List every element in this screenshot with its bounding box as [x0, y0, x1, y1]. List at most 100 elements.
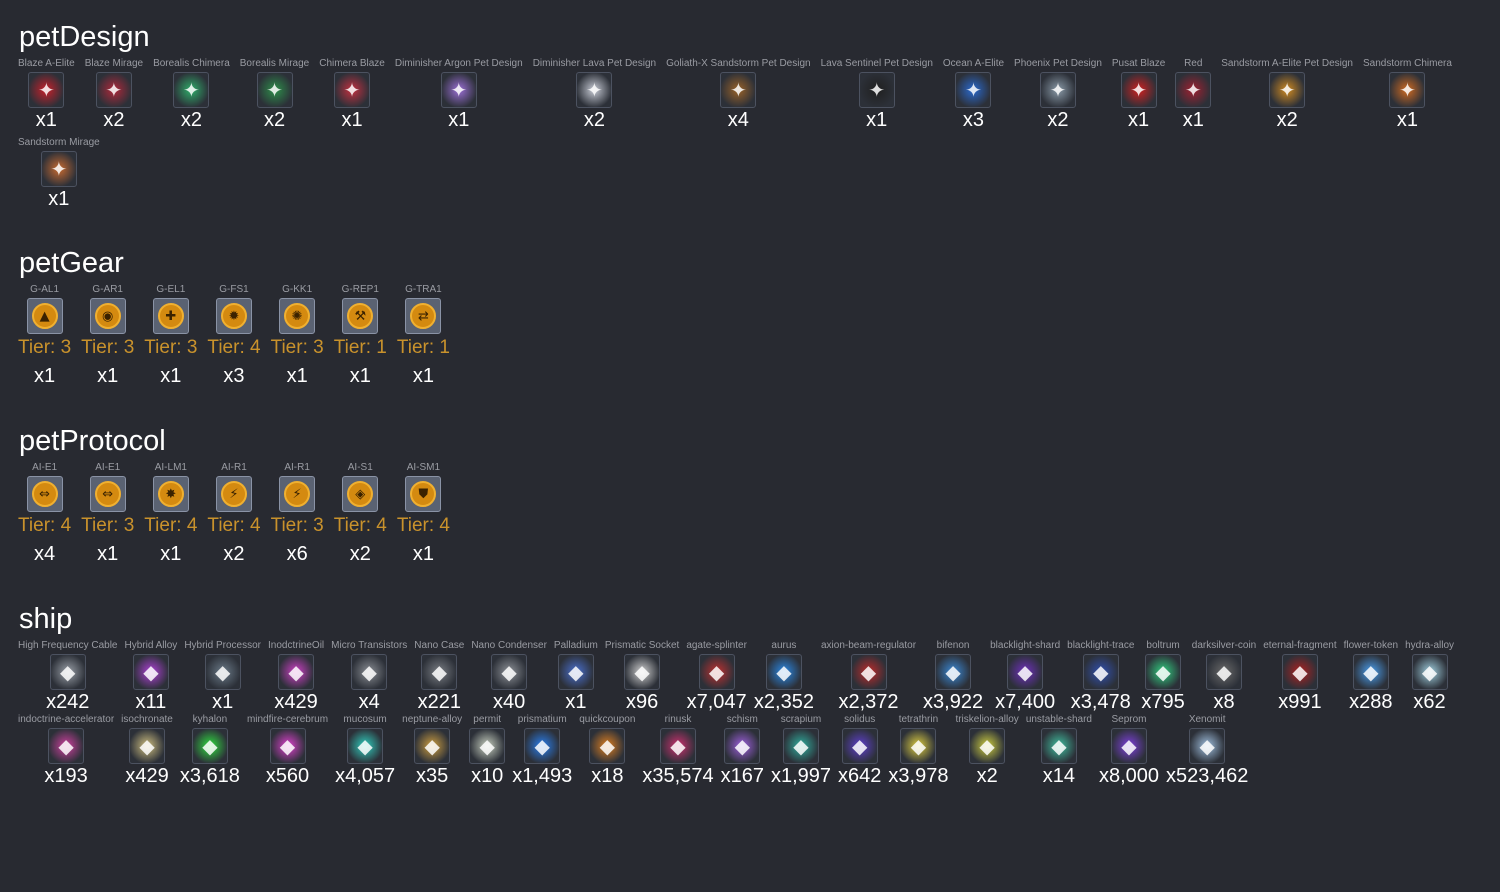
inventory-item[interactable]: G-AR1 ◉ Tier: 3 x1	[81, 284, 134, 388]
item-label: blacklight-shard	[990, 640, 1061, 651]
item-count: x560	[265, 765, 310, 787]
item-shape-icon: ✦	[868, 78, 886, 102]
inventory-item[interactable]: AI-SM1 ⛊ Tier: 4 x1	[397, 462, 450, 566]
inventory-item[interactable]: AI-E1 ⇔ Tier: 3 x1	[81, 462, 134, 566]
item-shape-icon: ◆	[1051, 734, 1067, 758]
inventory-item[interactable]: triskelion-alloy ◆ x2	[955, 714, 1018, 788]
inventory-item[interactable]: kyhalon ◆ x3,618	[180, 714, 240, 788]
item-label: Hybrid Processor	[184, 640, 262, 651]
inventory-item[interactable]: hydra-alloy ◆ x62	[1405, 640, 1454, 714]
inventory-item[interactable]: G-REP1 ⚒ Tier: 1 x1	[334, 284, 387, 388]
inventory-item[interactable]: mucosum ◆ x4,057	[335, 714, 395, 788]
item-shape-icon: ◆	[143, 660, 159, 684]
inventory-item[interactable]: Chimera Blaze ✦ x1	[319, 58, 385, 132]
inventory-item[interactable]: Micro Transistors ◆ x4	[331, 640, 407, 714]
item-label: solidus	[844, 714, 876, 725]
item-shape-icon: ◆	[793, 734, 809, 758]
inventory-item[interactable]: prismatium ◆ x1,493	[512, 714, 572, 788]
item-label: Borealis Chimera	[153, 58, 230, 69]
inventory-item[interactable]: Borealis Chimera ✦ x2	[153, 58, 230, 132]
inventory-item[interactable]: Sandstorm Mirage ✦ x1	[18, 137, 100, 211]
inventory-item[interactable]: isochronate ◆ x429	[121, 714, 173, 788]
inventory-item[interactable]: Hybrid Alloy ◆ x11	[125, 640, 178, 714]
inventory-item[interactable]: Diminisher Lava Pet Design ✦ x2	[533, 58, 656, 132]
item-shape-icon: ◆	[58, 734, 74, 758]
inventory-item[interactable]: InodctrineOil ◆ x429	[268, 640, 324, 714]
inventory-item[interactable]: AI-S1 ◈ Tier: 4 x2	[334, 462, 387, 566]
item-count: x8,000	[1098, 765, 1160, 787]
item-count: x1	[160, 543, 182, 565]
item-label: Ocean A-Elite	[942, 58, 1005, 69]
item-count: x1	[1182, 109, 1204, 131]
inventory-item[interactable]: scrapium ◆ x1,997	[771, 714, 831, 788]
inventory-item[interactable]: Blaze Mirage ✦ x2	[85, 58, 143, 132]
item-shape-icon: ◆	[568, 660, 584, 684]
inventory-item[interactable]: Xenomit ◆ x523,462	[1166, 714, 1248, 788]
inventory-item[interactable]: aurus ◆ x2,352	[754, 640, 814, 714]
item-label: Red	[1184, 58, 1203, 69]
inventory-item[interactable]: agate-splinter ◆ x7,047	[686, 640, 747, 714]
inventory-item[interactable]: bifenon ◆ x3,922	[923, 640, 983, 714]
inventory-item[interactable]: AI-R1 ⚡ Tier: 4 x2	[207, 462, 260, 566]
inventory-item[interactable]: quickcoupon ◆ x18	[579, 714, 635, 788]
inventory-item[interactable]: rinusk ◆ x35,574	[642, 714, 713, 788]
item-icon: ◆	[1281, 654, 1318, 690]
inventory-item[interactable]: boltrum ◆ x795	[1141, 640, 1184, 714]
inventory-item[interactable]: G-AL1 ▲ Tier: 3 x1	[18, 284, 71, 388]
inventory-item[interactable]: axion-beam-regulator ◆ x2,372	[821, 640, 916, 714]
inventory-item[interactable]: Ocean A-Elite ✦ x3	[943, 58, 1004, 132]
item-count: x991	[1278, 691, 1322, 713]
item-tier: Tier: 3	[18, 337, 72, 358]
inventory-item[interactable]: AI-R1 ⚡ Tier: 3 x6	[271, 462, 324, 566]
protocol-chip-icon: ⇔	[89, 476, 126, 512]
item-icon: ◆	[765, 654, 802, 690]
inventory-item[interactable]: Nano Condenser ◆ x40	[471, 640, 547, 714]
item-count: x3	[962, 109, 985, 131]
inventory-item[interactable]: indoctrine-accelerator ◆ x193	[18, 714, 114, 788]
inventory-item[interactable]: G-FS1 ✹ Tier: 4 x3	[207, 284, 260, 388]
inventory-item[interactable]: Goliath-X Sandstorm Pet Design ✦ x4	[666, 58, 811, 132]
item-count: x3,978	[888, 765, 949, 787]
inventory-item[interactable]: permit ◆ x10	[469, 714, 506, 788]
inventory-item[interactable]: G-EL1 ✚ Tier: 3 x1	[144, 284, 197, 388]
inventory-item[interactable]: solidus ◆ x642	[838, 714, 881, 788]
inventory-item[interactable]: blacklight-trace ◆ x3,478	[1067, 640, 1134, 714]
inventory-item[interactable]: Prismatic Socket ◆ x96	[605, 640, 679, 714]
item-label: AI-R1	[221, 462, 247, 473]
item-icon: ◆	[204, 654, 241, 690]
inventory-item[interactable]: Lava Sentinel Pet Design ✦ x1	[821, 58, 933, 132]
inventory-item[interactable]: Palladium ◆ x1	[554, 640, 598, 714]
inventory-item[interactable]: unstable-shard ◆ x14	[1026, 714, 1092, 788]
inventory-item[interactable]: Phoenix Pet Design ✦ x2	[1014, 58, 1102, 132]
item-tier: Tier: 3	[270, 337, 324, 358]
inventory-item[interactable]: G-KK1 ✺ Tier: 3 x1	[271, 284, 324, 388]
inventory-item[interactable]: mindfire-cerebrum ◆ x560	[247, 714, 328, 788]
item-count: x3,478	[1070, 691, 1131, 713]
inventory-item[interactable]: blacklight-shard ◆ x7,400	[990, 640, 1060, 714]
inventory-item[interactable]: Red ✦ x1	[1175, 58, 1212, 132]
inventory-item[interactable]: tetrathrin ◆ x3,978	[888, 714, 948, 788]
inventory-item[interactable]: AI-LM1 ✸ Tier: 4 x1	[144, 462, 197, 566]
inventory-item[interactable]: Sandstorm A-Elite Pet Design ✦ x2	[1221, 58, 1353, 132]
item-count: x7,047	[686, 691, 747, 713]
inventory-item[interactable]: schism ◆ x167	[721, 714, 764, 788]
inventory-item[interactable]: Hybrid Processor ◆ x1	[184, 640, 261, 714]
inventory-item[interactable]: Seprom ◆ x8,000	[1099, 714, 1159, 788]
inventory-item[interactable]: Sandstorm Chimera ✦ x1	[1363, 58, 1452, 132]
item-label: Borealis Mirage	[239, 58, 310, 69]
item-icon: ◆	[724, 728, 761, 764]
item-count: x7,400	[995, 691, 1056, 713]
item-icon: ✦	[1389, 72, 1426, 108]
inventory-item[interactable]: eternal-fragment ◆ x991	[1263, 640, 1336, 714]
inventory-item[interactable]: darksilver-coin ◆ x8	[1192, 640, 1256, 714]
inventory-item[interactable]: High Frequency Cable ◆ x242	[18, 640, 118, 714]
inventory-item[interactable]: Blaze A-Elite ✦ x1	[18, 58, 75, 132]
inventory-item[interactable]: Borealis Mirage ✦ x2	[240, 58, 309, 132]
inventory-item[interactable]: neptune-alloy ◆ x35	[402, 714, 462, 788]
inventory-item[interactable]: Nano Case ◆ x221	[414, 640, 464, 714]
inventory-item[interactable]: G-TRA1 ⇄ Tier: 1 x1	[397, 284, 450, 388]
inventory-item[interactable]: AI-E1 ⇔ Tier: 4 x4	[18, 462, 71, 566]
inventory-item[interactable]: Diminisher Argon Pet Design ✦ x1	[395, 58, 523, 132]
inventory-item[interactable]: Pusat Blaze ✦ x1	[1112, 58, 1165, 132]
inventory-item[interactable]: flower-token ◆ x288	[1344, 640, 1398, 714]
